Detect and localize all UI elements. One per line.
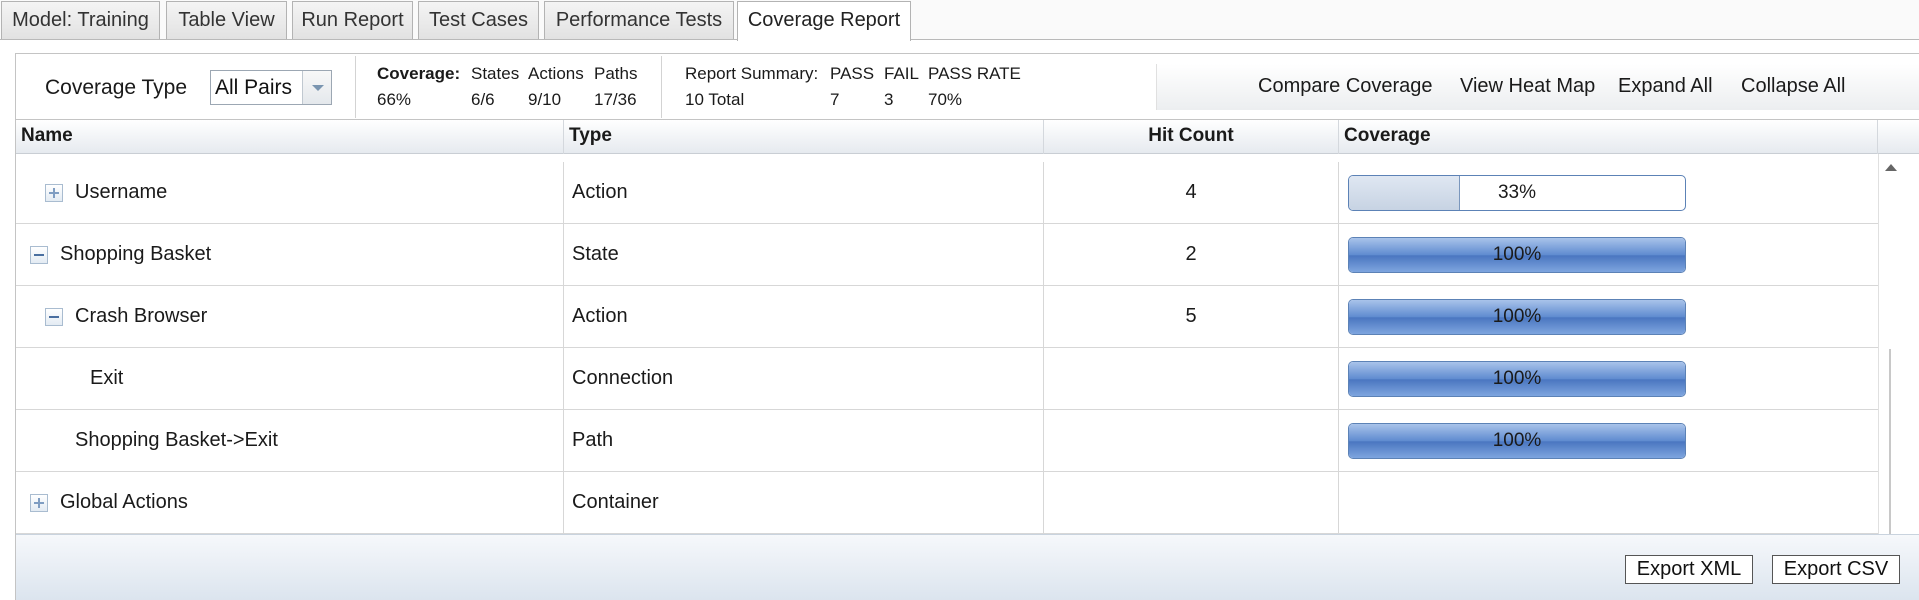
- pass-value: 7: [830, 90, 840, 109]
- tab-table-view[interactable]: Table View: [166, 1, 287, 39]
- report-summary-total: 10 Total: [685, 90, 745, 109]
- states-label: States: [471, 64, 520, 83]
- column-header-name[interactable]: Name: [16, 120, 564, 154]
- name-cell: Exit: [16, 348, 564, 409]
- coverage-type-label: Coverage Type: [45, 76, 188, 99]
- tab-bar: Model: Training Table View Run Report Te…: [0, 0, 1919, 41]
- row-name: Shopping Basket: [60, 243, 212, 265]
- row-hit-count: 4: [1044, 162, 1339, 223]
- collapse-icon[interactable]: [45, 308, 63, 326]
- coverage-bar: 33%: [1348, 175, 1686, 211]
- row-type: Action: [564, 162, 1044, 223]
- coverage-bar: 100%: [1348, 361, 1686, 397]
- coverage-cell: 100%: [1339, 410, 1878, 471]
- row-hit-count: [1044, 410, 1339, 471]
- report-footer: Export XML Export CSV: [16, 534, 1919, 600]
- expand-icon[interactable]: [45, 184, 63, 202]
- row-hit-count: [1044, 348, 1339, 409]
- expand-all-button[interactable]: Expand All: [1618, 75, 1713, 98]
- paths-value: 17/36: [594, 90, 637, 109]
- row-hit-count: [1044, 472, 1339, 533]
- coverage-cell: [1339, 472, 1878, 533]
- column-header-coverage[interactable]: Coverage: [1339, 120, 1878, 154]
- tab-test-cases[interactable]: Test Cases: [418, 1, 539, 39]
- report-toolbar: Coverage Type All Pairs Coverage: 66% St…: [16, 54, 1919, 120]
- coverage-overall: 66%: [377, 90, 412, 109]
- coverage-percent: 33%: [1497, 182, 1537, 203]
- fail-label: FAIL: [884, 64, 919, 83]
- row-type: State: [564, 224, 1044, 285]
- column-header-type[interactable]: Type: [564, 120, 1044, 154]
- row-hit-count: 2: [1044, 224, 1339, 285]
- coverage-cell: 33%: [1339, 162, 1878, 223]
- name-cell: Global Actions: [16, 472, 564, 533]
- coverage-bar: 100%: [1348, 237, 1686, 273]
- collapse-icon[interactable]: [30, 246, 48, 264]
- column-header-hit-count[interactable]: Hit Count: [1044, 120, 1339, 154]
- states-value: 6/6: [471, 90, 495, 109]
- paths-label: Paths: [594, 64, 638, 83]
- table-row[interactable]: Shopping Basket State 2 100%: [16, 224, 1878, 286]
- tab-run-report[interactable]: Run Report: [292, 1, 413, 39]
- coverage-bar: 100%: [1348, 423, 1686, 459]
- export-csv-button[interactable]: Export CSV: [1772, 555, 1900, 584]
- coverage-cell: 100%: [1339, 286, 1878, 347]
- report-summary-title: Report Summary:: [685, 64, 819, 83]
- coverage-type-select[interactable]: All Pairs: [210, 70, 332, 105]
- coverage-percent: 100%: [1492, 430, 1542, 451]
- row-type: Container: [564, 472, 1044, 533]
- name-cell: Shopping Basket: [16, 224, 564, 285]
- coverage-cell: 100%: [1339, 348, 1878, 409]
- table-row[interactable]: Exit Connection 100%: [16, 348, 1878, 410]
- coverage-type-value: All Pairs: [215, 76, 293, 99]
- name-cell: Username: [16, 162, 564, 223]
- row-type: Action: [564, 286, 1044, 347]
- name-cell: Crash Browser: [16, 286, 564, 347]
- coverage-report-panel: Coverage Type All Pairs Coverage: 66% St…: [15, 53, 1919, 600]
- compare-coverage-button[interactable]: Compare Coverage: [1258, 75, 1433, 98]
- name-cell: Shopping Basket->Exit: [16, 410, 564, 471]
- export-xml-button[interactable]: Export XML: [1625, 555, 1753, 584]
- actions-value: 9/10: [528, 90, 562, 109]
- pass-label: PASS: [830, 64, 875, 83]
- tab-model-training[interactable]: Model: Training: [1, 1, 160, 39]
- row-type: Path: [564, 410, 1044, 471]
- actions-label: Actions: [528, 64, 584, 83]
- collapse-all-button[interactable]: Collapse All: [1741, 75, 1846, 98]
- tab-performance-tests[interactable]: Performance Tests: [544, 1, 734, 39]
- scroll-up-icon[interactable]: [1885, 164, 1897, 171]
- table-row[interactable]: Global Actions Container: [16, 472, 1878, 534]
- table-row[interactable]: Shopping Basket->Exit Path 100%: [16, 410, 1878, 472]
- coverage-cell: 100%: [1339, 224, 1878, 285]
- vertical-scrollbar[interactable]: [1878, 154, 1902, 587]
- expand-icon[interactable]: [30, 494, 48, 512]
- coverage-bar: 100%: [1348, 299, 1686, 335]
- row-name: Shopping Basket->Exit: [75, 429, 278, 451]
- row-name: Crash Browser: [75, 305, 208, 327]
- chevron-down-icon[interactable]: [302, 71, 331, 104]
- divider: [661, 56, 662, 118]
- grid-header: Name Type Hit Count Coverage: [16, 120, 1919, 154]
- pass-rate-value: 70%: [928, 90, 963, 109]
- pass-rate-label: PASS RATE: [928, 64, 1021, 83]
- coverage-percent: 100%: [1492, 244, 1542, 265]
- report-actions: Compare Coverage View Heat Map Expand Al…: [1156, 64, 1919, 110]
- row-name: Exit: [90, 367, 124, 389]
- table-row[interactable]: Crash Browser Action 5 100%: [16, 286, 1878, 348]
- coverage-title: Coverage:: [377, 64, 461, 83]
- tab-coverage-report[interactable]: Coverage Report: [737, 1, 911, 41]
- fail-value: 3: [884, 90, 894, 109]
- row-name: Username: [75, 181, 168, 203]
- coverage-percent: 100%: [1492, 368, 1542, 389]
- divider: [355, 56, 356, 118]
- row-name: Global Actions: [60, 491, 188, 513]
- view-heat-map-button[interactable]: View Heat Map: [1460, 75, 1595, 98]
- row-type: Connection: [564, 348, 1044, 409]
- table-row[interactable]: Username Action 4 33%: [16, 162, 1878, 224]
- row-hit-count: 5: [1044, 286, 1339, 347]
- coverage-percent: 100%: [1492, 306, 1542, 327]
